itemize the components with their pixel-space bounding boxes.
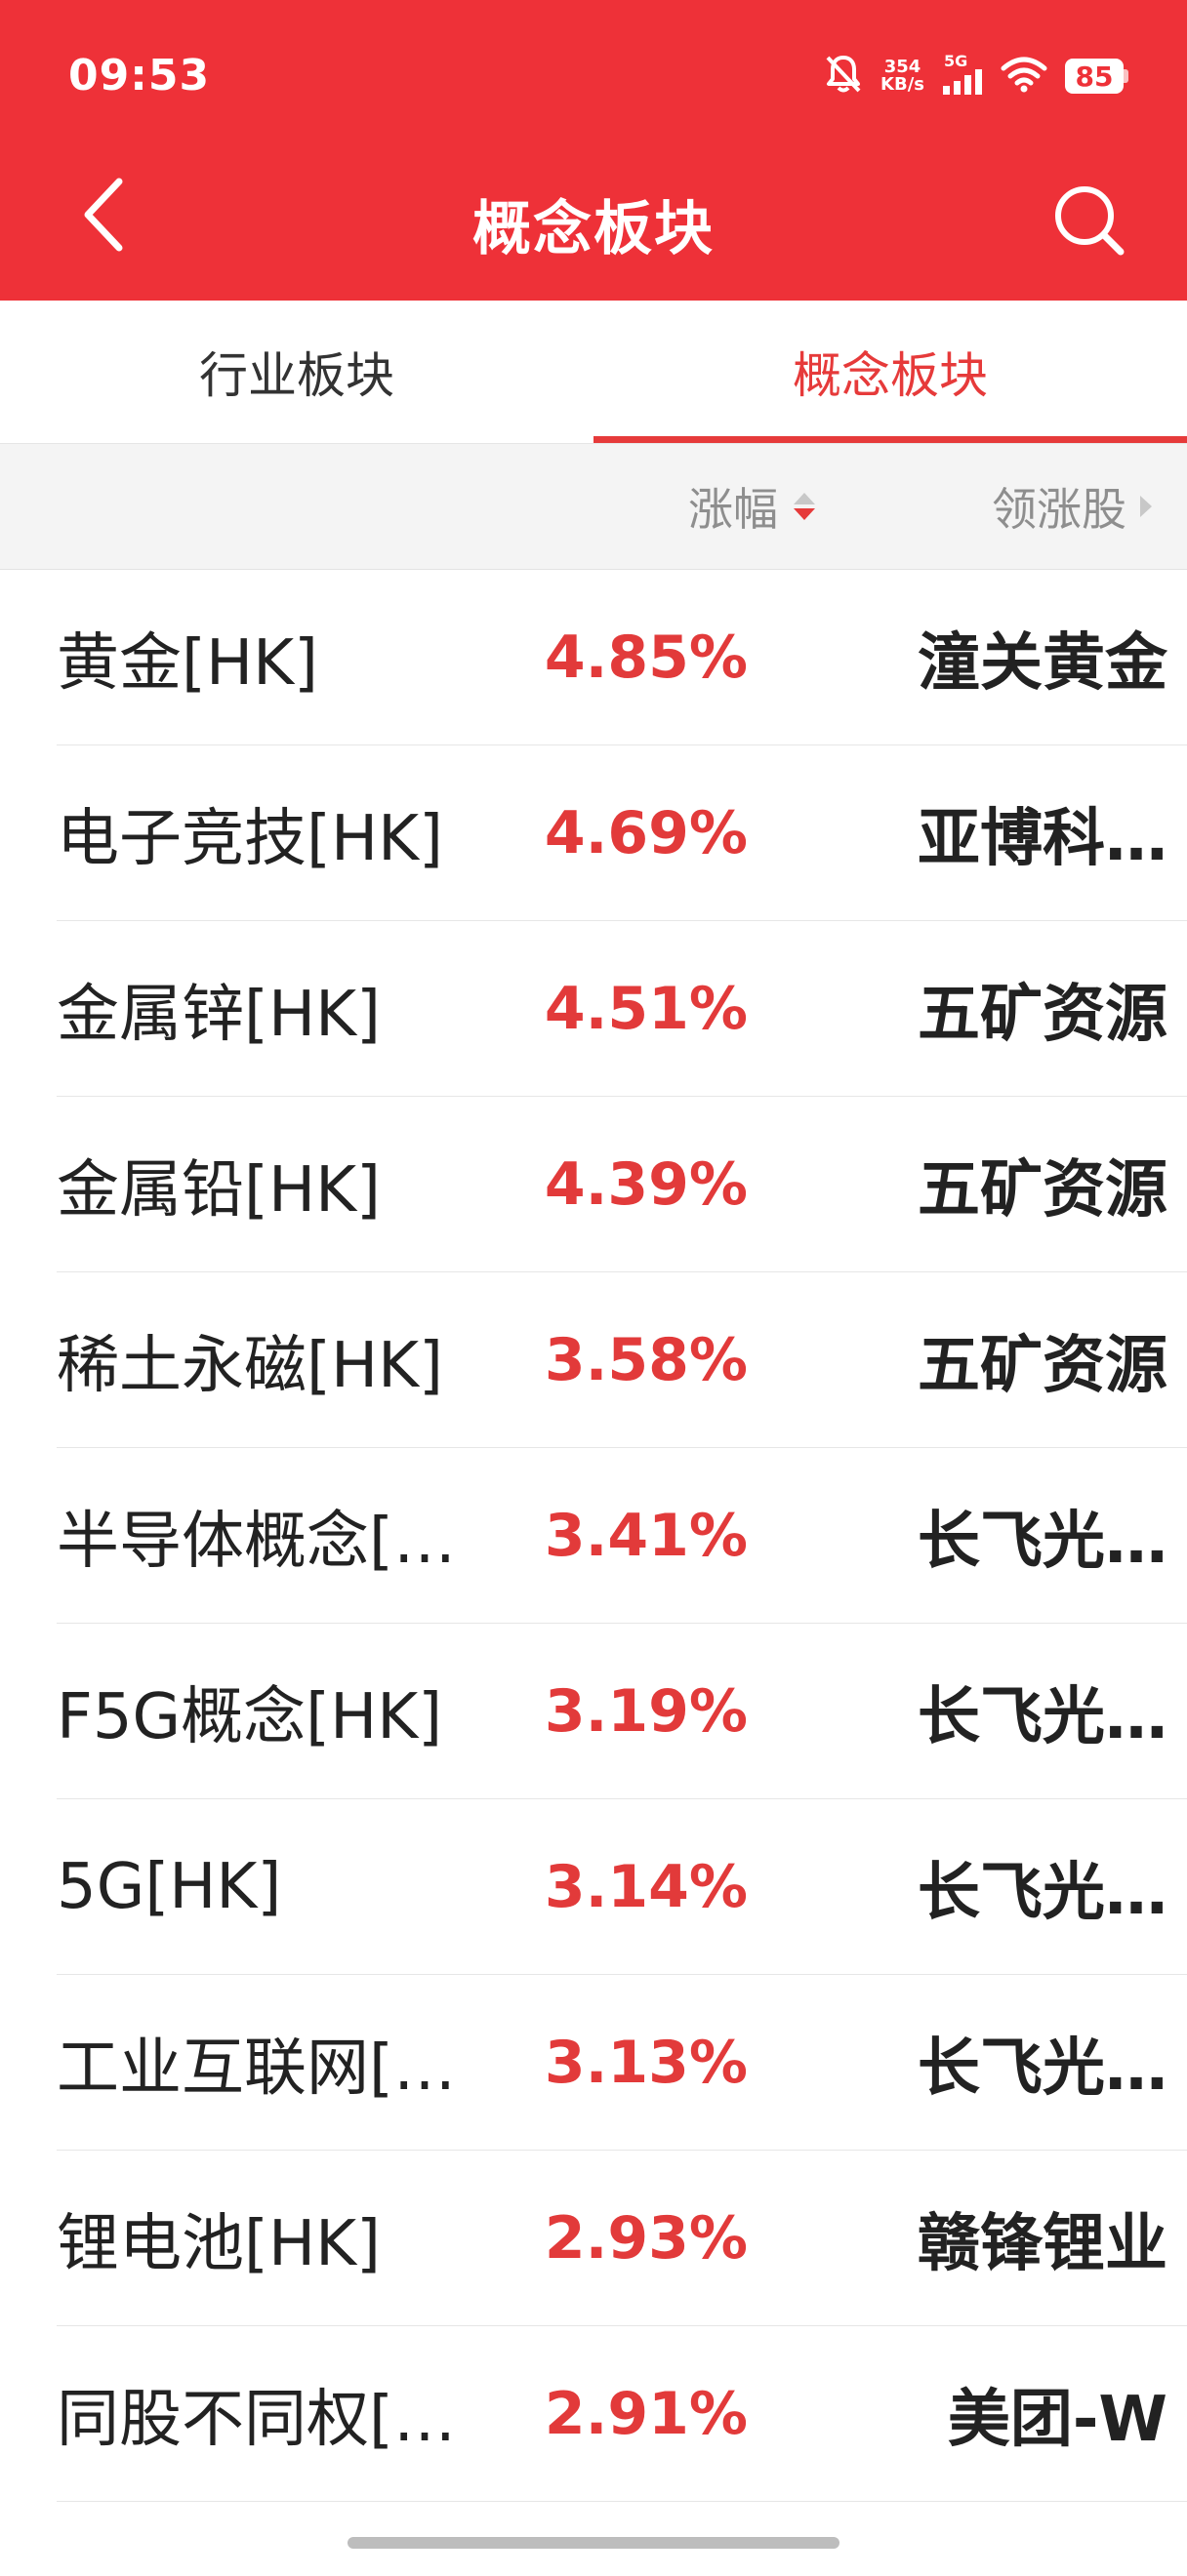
sector-name: 5G[HK]: [57, 1851, 282, 1923]
tab-industry-sectors[interactable]: 行业板块: [0, 301, 594, 443]
column-change-label: 涨幅: [688, 483, 778, 536]
signal-label: 5G: [944, 52, 968, 70]
sector-leading-stock: 美团-W: [947, 2384, 1167, 2456]
sector-row[interactable]: 5G[HK] 3.14% 长飞光…: [0, 1799, 1187, 1975]
search-button[interactable]: [1050, 181, 1128, 260]
cellular-signal: 5G: [942, 54, 983, 99]
sector-change: 2.91%: [544, 2380, 748, 2448]
sector-change: 4.85%: [544, 624, 748, 692]
row-divider: [57, 2501, 1187, 2502]
sector-leading-stock: 长飞光…: [918, 2033, 1167, 2105]
sector-row[interactable]: 金属铅[HK] 4.39% 五矿资源: [0, 1097, 1187, 1272]
active-tab-indicator: [594, 436, 1187, 443]
sector-row[interactable]: 半导体概念[… 3.41% 长飞光…: [0, 1448, 1187, 1624]
sector-change: 3.13%: [544, 2029, 748, 2097]
sector-name: F5G概念[HK]: [57, 1681, 443, 1753]
app-header: 09:53 354 KB/s 5G 85 概念板块: [0, 0, 1187, 301]
home-indicator[interactable]: [348, 2537, 839, 2549]
sector-name: 金属铅[HK]: [57, 1154, 382, 1227]
sort-desc-icon: [794, 493, 815, 520]
sector-name: 金属锌[HK]: [57, 979, 382, 1051]
sector-leading-stock: 五矿资源: [918, 979, 1167, 1051]
leading-stock-column-button[interactable]: 领涨股: [992, 444, 1152, 569]
sector-leading-stock: 长飞光…: [918, 1857, 1167, 1929]
battery-indicator: 85: [1065, 59, 1128, 94]
network-speed: 354 KB/s: [880, 59, 924, 94]
sector-change: 4.39%: [544, 1150, 748, 1219]
sector-name: 锂电池[HK]: [57, 2208, 382, 2280]
sector-row[interactable]: 锂电池[HK] 2.93% 赣锋锂业: [0, 2151, 1187, 2326]
sector-row[interactable]: 金属锌[HK] 4.51% 五矿资源: [0, 921, 1187, 1097]
sector-leading-stock: 五矿资源: [918, 1330, 1167, 1402]
sector-row[interactable]: 电子竞技[HK] 4.69% 亚博科…: [0, 745, 1187, 921]
chevron-right-icon: [1140, 496, 1152, 517]
sector-leading-stock: 长飞光…: [918, 1681, 1167, 1753]
column-leader-label: 领涨股: [992, 483, 1126, 536]
sector-name: 稀土永磁[HK]: [57, 1330, 444, 1402]
sector-change: 4.69%: [544, 799, 748, 867]
wifi-icon: [1001, 56, 1047, 97]
sector-leading-stock: 长飞光…: [918, 1506, 1167, 1578]
status-icons: 354 KB/s 5G 85: [824, 49, 1128, 103]
sector-change: 4.51%: [544, 975, 748, 1043]
sector-row[interactable]: 工业互联网[… 3.13% 长飞光…: [0, 1975, 1187, 2151]
sector-name: 同股不同权[…: [57, 2384, 456, 2456]
sector-row[interactable]: 同股不同权[… 2.91% 美团-W: [0, 2326, 1187, 2502]
signal-bars-icon: [942, 69, 983, 99]
sector-row[interactable]: 稀土永磁[HK] 3.58% 五矿资源: [0, 1272, 1187, 1448]
sector-name: 半导体概念[…: [57, 1506, 456, 1578]
column-header: 涨幅 领涨股: [0, 444, 1187, 570]
page-title: 概念板块: [472, 195, 715, 263]
network-speed-unit: KB/s: [880, 74, 924, 95]
sector-leading-stock: 五矿资源: [918, 1154, 1167, 1227]
sector-leading-stock: 亚博科…: [918, 803, 1167, 875]
battery-level: 85: [1065, 59, 1124, 94]
sector-change: 2.93%: [544, 2204, 748, 2273]
sector-leading-stock: 潼关黄金: [918, 627, 1167, 700]
sector-leading-stock: 赣锋锂业: [918, 2208, 1167, 2280]
sector-list: 黄金[HK] 4.85% 潼关黄金电子竞技[HK] 4.69% 亚博科… 金属锌[HK] 4…: [0, 570, 1187, 2502]
sector-change: 3.14%: [544, 1853, 748, 1921]
tab-concept-sectors[interactable]: 概念板块: [594, 301, 1187, 443]
sector-row[interactable]: 黄金[HK] 4.85% 潼关黄金: [0, 570, 1187, 745]
sector-name: 电子竞技[HK]: [57, 803, 444, 875]
mute-bell-icon: [824, 54, 863, 99]
sector-name: 黄金[HK]: [57, 627, 319, 700]
tab-bar: 行业板块 概念板块: [0, 301, 1187, 444]
sector-change: 3.19%: [544, 1677, 748, 1746]
sort-by-change-button[interactable]: 涨幅: [688, 444, 815, 569]
sector-row[interactable]: F5G概念[HK] 3.19% 长飞光…: [0, 1624, 1187, 1799]
sector-name: 工业互联网[…: [57, 2033, 456, 2105]
sector-change: 3.58%: [544, 1326, 748, 1394]
search-icon: [1050, 186, 1128, 263]
status-time: 09:53: [68, 51, 211, 101]
battery-tip: [1124, 69, 1128, 83]
sector-change: 3.41%: [544, 1502, 748, 1570]
